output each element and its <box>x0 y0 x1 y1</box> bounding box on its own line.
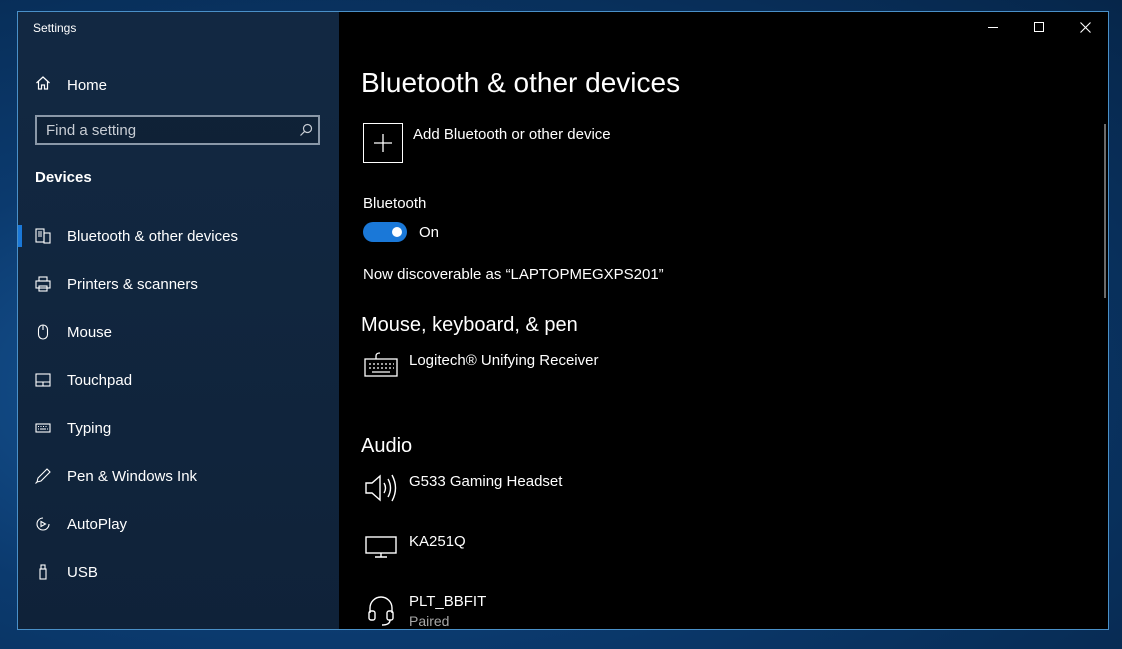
maximize-icon <box>1034 22 1044 32</box>
bluetooth-toggle[interactable] <box>363 222 407 242</box>
maximize-button[interactable] <box>1016 12 1062 42</box>
close-button[interactable] <box>1062 12 1108 42</box>
sidebar-item-printers[interactable]: Printers & scanners <box>18 260 339 308</box>
sidebar-item-bluetooth[interactable]: Bluetooth & other devices <box>18 212 339 260</box>
usb-icon <box>35 564 51 580</box>
sidebar-item-touchpad[interactable]: Touchpad <box>18 356 339 404</box>
sidebar-item-label: USB <box>67 563 98 581</box>
headset-icon <box>363 593 399 629</box>
minimize-icon <box>988 27 998 28</box>
device-plt-bbfit[interactable]: PLT_BBFIT Paired <box>363 593 487 629</box>
sidebar-item-label: Printers & scanners <box>67 275 198 293</box>
monitor-icon <box>363 533 399 569</box>
toggle-knob <box>392 227 402 237</box>
device-logitech-receiver[interactable]: Logitech® Unifying Receiver <box>363 352 598 388</box>
keyboard-icon <box>35 420 51 436</box>
autoplay-icon <box>35 516 51 532</box>
keyboard-icon <box>363 352 399 388</box>
pen-icon <box>35 468 51 484</box>
device-status: Paired <box>409 613 450 629</box>
section-header: Devices <box>35 169 92 186</box>
bluetooth-devices-icon <box>35 228 51 244</box>
title-bar-controls <box>970 12 1108 42</box>
home-label: Home <box>67 76 108 94</box>
home-nav-item[interactable]: Home <box>35 74 107 96</box>
home-icon <box>35 75 51 96</box>
sidebar-item-label: Pen & Windows Ink <box>67 467 198 485</box>
bluetooth-state: On <box>419 223 440 241</box>
close-icon <box>1079 21 1091 33</box>
device-name: PLT_BBFIT <box>409 593 487 610</box>
device-name: KA251Q <box>409 533 466 550</box>
discoverable-text: Now discoverable as “LAPTOPMEGXPS201” <box>363 266 664 283</box>
printer-icon <box>35 276 51 292</box>
sidebar-item-label: Bluetooth & other devices <box>67 227 238 245</box>
speaker-icon <box>363 473 399 509</box>
search-icon[interactable] <box>294 118 318 142</box>
sidebar-item-typing[interactable]: Typing <box>18 404 339 452</box>
bluetooth-toggle-row: On <box>363 222 439 242</box>
search-box[interactable] <box>35 115 320 145</box>
window-title: Settings <box>33 21 77 35</box>
device-ka251q[interactable]: KA251Q <box>363 533 466 569</box>
input-devices-heading: Mouse, keyboard, & pen <box>361 314 578 336</box>
add-device-button[interactable]: Add Bluetooth or other device <box>363 123 611 163</box>
audio-heading: Audio <box>361 435 413 457</box>
scrollbar[interactable] <box>1104 124 1106 298</box>
page-title: Bluetooth & other devices <box>361 67 681 98</box>
sidebar-nav: Bluetooth & other devices Printers & sca… <box>18 212 339 596</box>
sidebar: Settings Home Devices <box>18 12 339 629</box>
device-name: Logitech® Unifying Receiver <box>409 352 599 369</box>
touchpad-icon <box>35 372 51 388</box>
sidebar-item-label: Touchpad <box>67 371 133 389</box>
mouse-icon <box>35 324 51 340</box>
main-content: Bluetooth & other devices Add Bluetooth … <box>339 12 1108 629</box>
sidebar-item-label: AutoPlay <box>67 515 128 533</box>
search-input[interactable] <box>37 120 294 140</box>
sidebar-item-label: Mouse <box>67 323 113 341</box>
sidebar-item-autoplay[interactable]: AutoPlay <box>18 500 339 548</box>
plus-icon <box>374 134 392 152</box>
sidebar-item-usb[interactable]: USB <box>18 548 339 596</box>
device-name: G533 Gaming Headset <box>409 473 563 490</box>
add-device-label: Add Bluetooth or other device <box>413 126 611 143</box>
sidebar-item-mouse[interactable]: Mouse <box>18 308 339 356</box>
device-g533-headset[interactable]: G533 Gaming Headset <box>363 473 562 509</box>
add-tile[interactable] <box>363 123 403 163</box>
sidebar-item-label: Typing <box>67 419 112 437</box>
bluetooth-label: Bluetooth <box>363 195 427 212</box>
minimize-button[interactable] <box>970 12 1016 42</box>
settings-window: Settings Home Devices <box>17 11 1109 630</box>
sidebar-item-pen[interactable]: Pen & Windows Ink <box>18 452 339 500</box>
